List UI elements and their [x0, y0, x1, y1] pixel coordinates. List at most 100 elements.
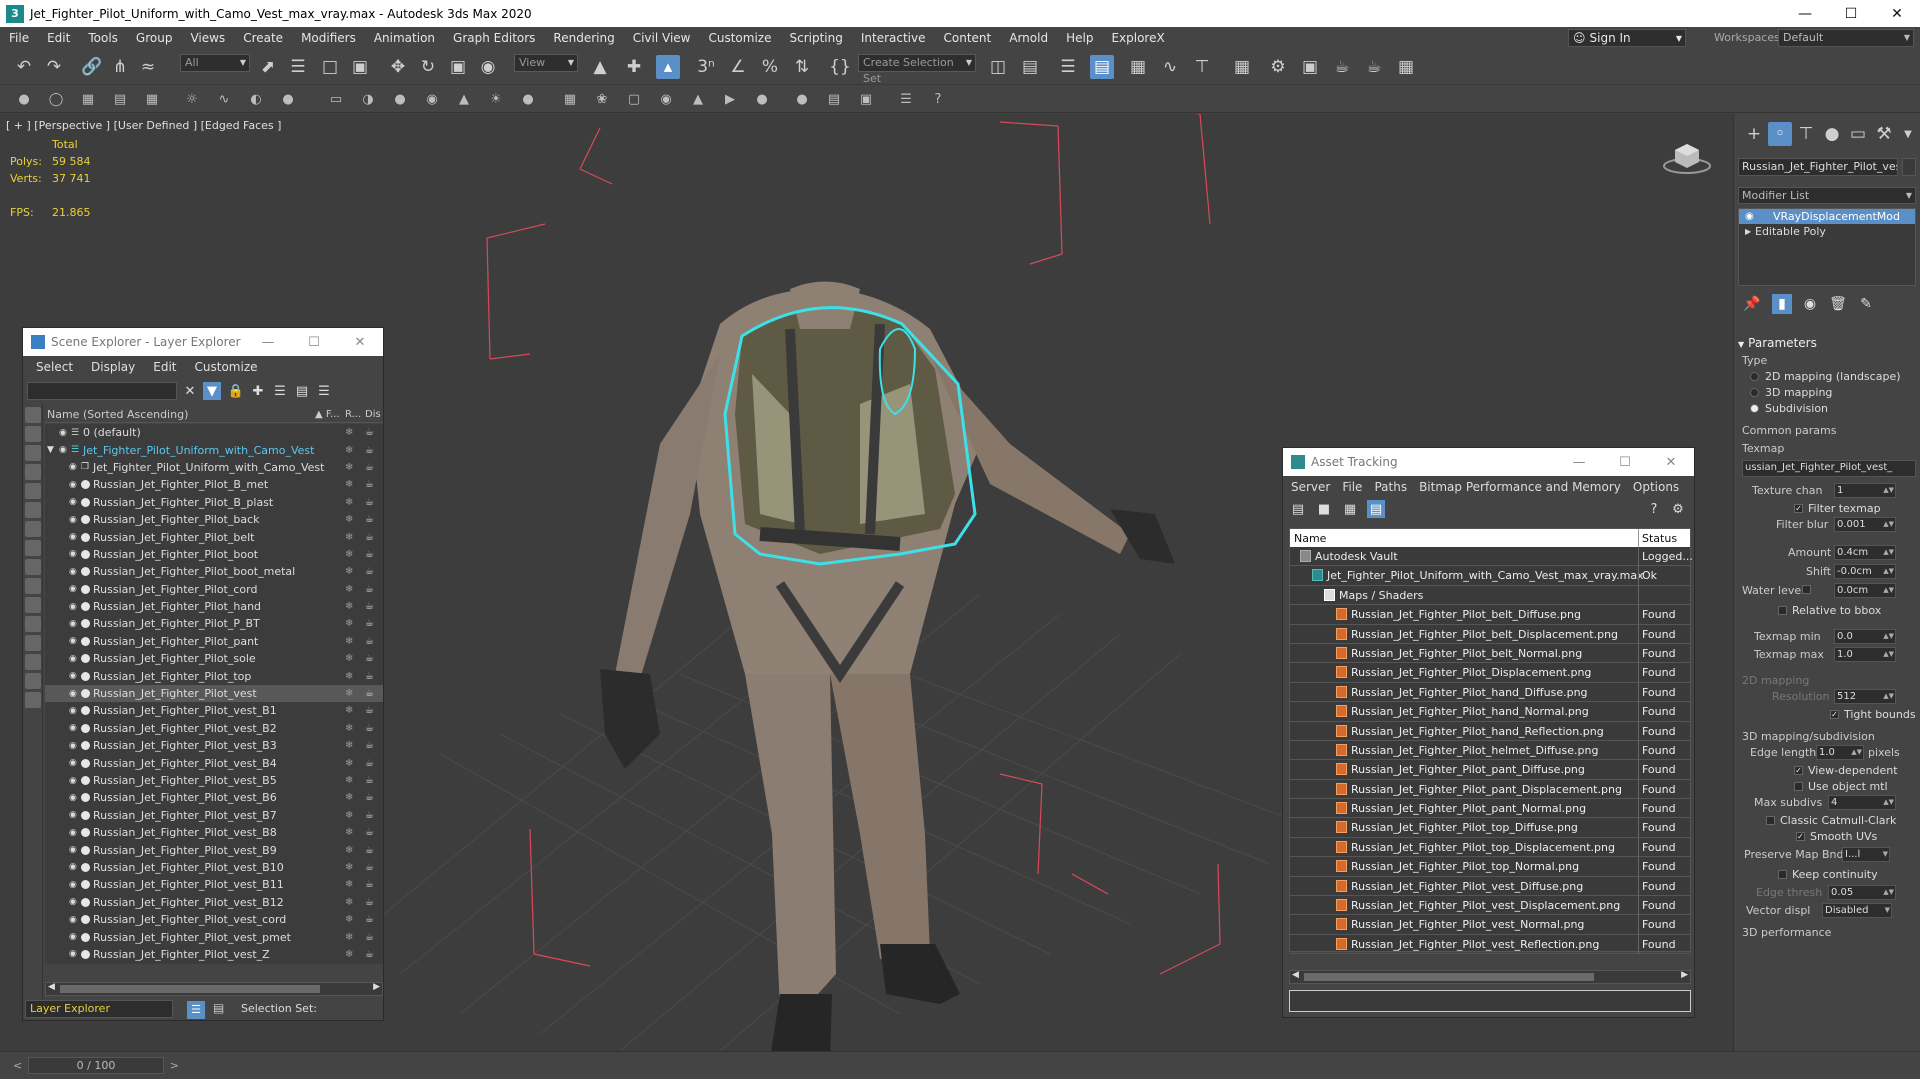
vray-toolbar-icon-3[interactable]: ▦ [78, 89, 98, 109]
scene-explorer-row[interactable]: ◉ Russian_Jet_Fighter_Pilot_vest_B12 ❄ ☕ [45, 894, 383, 911]
menu-interactive[interactable]: Interactive [852, 27, 935, 49]
scene-explorer-row[interactable]: ◉ Russian_Jet_Fighter_Pilot_B_met ❄ ☕ [45, 476, 383, 493]
freeze-icon[interactable]: ❄ [345, 932, 353, 943]
visibility-eye-icon[interactable]: ◉ [69, 793, 77, 803]
scene-explorer-row[interactable]: ◉ ☰ 0 (default) ❄ ☕ [45, 424, 383, 441]
scene-explorer-row[interactable]: ◉ Russian_Jet_Fighter_Pilot_vest_cord ❄ ☕ [45, 911, 383, 928]
freeze-icon[interactable]: ❄ [345, 723, 353, 734]
scene-explorer-row[interactable]: ◉ Russian_Jet_Fighter_Pilot_vest_B8 ❄ ☕ [45, 824, 383, 841]
selection-set-dropdown[interactable]: Create Selection Set ▼ [858, 54, 976, 85]
filter-cameras-icon[interactable] [25, 464, 41, 480]
scene-explorer-row[interactable]: ◉ Russian_Jet_Fighter_Pilot_vest_B7 ❄ ☕ [45, 807, 383, 824]
filter-lights-icon[interactable] [25, 445, 41, 461]
menu-arnold[interactable]: Arnold [1000, 27, 1057, 49]
visibility-eye-icon[interactable]: ◉ [69, 897, 77, 907]
vray-plane-icon[interactable]: ▭ [326, 89, 346, 109]
at-menu-bitmap-performance[interactable]: Bitmap Performance and Memory [1413, 480, 1627, 494]
renderable-icon[interactable]: ☕ [365, 810, 374, 821]
minimize-icon[interactable]: — [1782, 0, 1828, 27]
render-gallery-icon[interactable]: ▦ [1394, 55, 1418, 79]
keep-continuity-checkbox[interactable]: Keep continuity [1778, 868, 1878, 881]
scene-explorer-row[interactable]: ◉ Russian_Jet_Fighter_Pilot_vest ❄ ☕ [45, 684, 383, 703]
renderable-icon[interactable]: ☕ [365, 497, 374, 508]
classic-catmull-clark-checkbox[interactable]: Classic Catmull-Clark [1766, 814, 1896, 827]
renderable-icon[interactable]: ☕ [365, 914, 374, 925]
texmap-min-spinner[interactable]: 0.0 ▲▼ [1834, 629, 1896, 644]
selection-filter-dropdown[interactable]: All ▼ [180, 54, 250, 72]
visibility-eye-icon[interactable]: ◉ [59, 428, 67, 438]
horizontal-scrollbar[interactable]: ◀ ▶ [1289, 970, 1691, 984]
vray-proxy-icon[interactable]: ▦ [560, 89, 580, 109]
asset-row[interactable]: Russian_Jet_Fighter_Pilot_hand_Diffuse.p… [1290, 682, 1690, 703]
mirror-icon[interactable]: ◫ [986, 55, 1010, 79]
vray-toolbar-icon-2[interactable]: ◯ [46, 89, 66, 109]
menu-animation[interactable]: Animation [365, 27, 444, 49]
menu-customize[interactable]: Customize [699, 27, 780, 49]
type-3d-mapping-radio[interactable]: 3D mapping [1750, 386, 1832, 399]
menu-explorex[interactable]: ExploreX [1102, 27, 1173, 49]
menu-tools[interactable]: Tools [79, 27, 127, 49]
texmap-button[interactable]: ussian_Jet_Fighter_Pilot_vest_ [1742, 460, 1916, 477]
select-object-icon[interactable]: ⬈ [256, 55, 280, 79]
scroll-right-icon[interactable]: ▶ [1681, 970, 1688, 980]
renderable-icon[interactable]: ☕ [365, 705, 374, 716]
menu-modifiers[interactable]: Modifiers [292, 27, 365, 49]
vray-light-icon[interactable]: ☼ [182, 89, 202, 109]
rotate-icon[interactable]: ↻ [416, 55, 440, 79]
vray-fur-icon[interactable]: ❀ [592, 89, 612, 109]
vray-decal-icon[interactable]: ◉ [656, 89, 676, 109]
filter-extra-icon[interactable] [25, 692, 41, 708]
visibility-eye-icon[interactable]: ◉ [69, 862, 77, 872]
spinner-snap-icon[interactable]: ⇅ [790, 55, 814, 79]
configure-sets-icon[interactable]: ✎ [1856, 294, 1876, 314]
tight-bounds-checkbox[interactable]: ✓ Tight bounds [1830, 708, 1916, 721]
viewcube-icon[interactable] [1662, 136, 1712, 176]
freeze-icon[interactable]: ❄ [345, 427, 353, 438]
place-icon[interactable]: ◉ [476, 55, 500, 79]
amount-spinner[interactable]: 0.4cm ▲▼ [1834, 545, 1896, 560]
table-icon[interactable]: ▦ [1341, 500, 1359, 518]
menu-file[interactable]: File [0, 27, 38, 49]
next-frame-icon[interactable]: > [170, 1058, 179, 1073]
column-name[interactable]: Name (Sorted Ascending) [47, 408, 188, 421]
texmap-max-spinner[interactable]: 1.0 ▲▼ [1834, 647, 1896, 662]
snaps-toggle-icon[interactable]: 3ⁿ [694, 55, 718, 79]
modifier-list-dropdown[interactable]: Modifier List ▼ [1738, 187, 1916, 204]
renderable-icon[interactable]: ☕ [365, 827, 374, 838]
asset-path-field[interactable] [1289, 990, 1691, 1012]
layer-explorer-toggle-icon[interactable]: ☰ [187, 1001, 205, 1019]
se-menu-customize[interactable]: Customize [186, 360, 267, 374]
toggle-ribbon-icon[interactable]: ▦ [1126, 55, 1150, 79]
keyboard-shortcut-override-icon[interactable]: ▴ [656, 55, 680, 79]
visibility-eye-icon[interactable]: ◉ [69, 584, 77, 594]
asset-row[interactable]: Maps / Shaders [1290, 585, 1690, 606]
freeze-icon[interactable]: ❄ [345, 618, 353, 629]
asset-row[interactable]: Russian_Jet_Fighter_Pilot_belt_Diffuse.p… [1290, 605, 1690, 625]
renderable-icon[interactable]: ☕ [365, 897, 374, 908]
vray-volume-icon[interactable]: ● [752, 89, 772, 109]
scene-explorer-row[interactable]: ◉ Russian_Jet_Fighter_Pilot_sole ❄ ☕ [45, 650, 383, 667]
scrollbar-thumb[interactable] [1304, 973, 1594, 981]
visibility-eye-icon[interactable]: ◉ [69, 654, 77, 664]
relative-to-bbox-checkbox[interactable]: Relative to bbox [1778, 604, 1881, 617]
minimize-icon[interactable]: — [1556, 448, 1602, 476]
vector-displ-dropdown[interactable]: Disabled ▼ [1822, 903, 1892, 918]
asset-row[interactable]: Russian_Jet_Fighter_Pilot_top_Diffuse.pn… [1290, 818, 1690, 838]
list-icon[interactable]: ■ [1315, 500, 1333, 518]
link-icon[interactable]: 🔗 [80, 55, 104, 79]
tree-view-icon[interactable]: ▤ [1367, 500, 1385, 518]
scene-explorer-row[interactable]: ◉ Russian_Jet_Fighter_Pilot_top ❄ ☕ [45, 667, 383, 684]
asset-row[interactable]: Russian_Jet_Fighter_Pilot_hand_Reflectio… [1290, 721, 1690, 741]
freeze-icon[interactable]: ❄ [345, 671, 353, 682]
asset-row[interactable]: Russian_Jet_Fighter_Pilot_belt_Displacem… [1290, 624, 1690, 644]
visibility-eye-icon[interactable]: ◉ [69, 776, 77, 786]
menu-civil-view[interactable]: Civil View [624, 27, 700, 49]
viewport-label[interactable]: [ + ] [Perspective ] [User Defined ] [Ed… [6, 119, 281, 132]
max-subdivs-spinner[interactable]: 4 ▲▼ [1828, 795, 1896, 810]
visibility-eye-icon[interactable]: ◉ [69, 549, 77, 559]
filter-xrefs-icon[interactable] [25, 540, 41, 556]
toggle-layer-explorer-icon[interactable]: ▤ [1090, 55, 1114, 79]
visibility-eye-icon[interactable]: ◉ [69, 741, 77, 751]
renderable-icon[interactable]: ☕ [365, 549, 374, 560]
freeze-icon[interactable]: ❄ [345, 566, 353, 577]
